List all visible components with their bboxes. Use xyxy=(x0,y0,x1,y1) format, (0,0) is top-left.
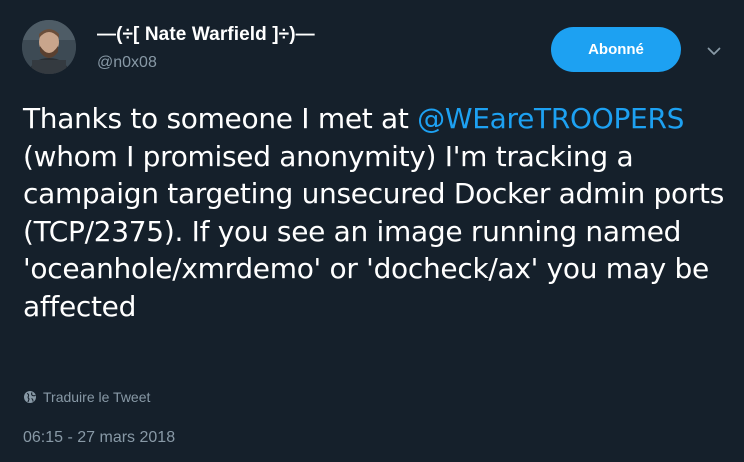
mention-link[interactable]: @WEareTROOPERS xyxy=(417,102,684,135)
follow-button[interactable]: Abonné xyxy=(551,27,681,72)
author-handle[interactable]: @n0x08 xyxy=(97,54,157,72)
avatar-image xyxy=(22,20,76,74)
avatar[interactable] xyxy=(22,20,76,74)
tweet-timestamp[interactable]: 06:15 - 27 mars 2018 xyxy=(23,429,175,447)
tweet-text: Thanks to someone I met at @WEareTROOPER… xyxy=(23,100,738,325)
translate-tweet-link[interactable]: Traduire le Tweet xyxy=(23,389,150,405)
translate-label: Traduire le Tweet xyxy=(43,389,151,405)
tweet-card: —(÷[ Nate Warfield ]÷)— @n0x08 Abonné Th… xyxy=(0,0,744,462)
author-display-name[interactable]: —(÷[ Nate Warfield ]÷)— xyxy=(97,24,315,46)
tweet-text-part: (whom I promised anonymity) I'm tracking… xyxy=(23,139,724,323)
tweet-text-part: Thanks to someone I met at xyxy=(23,102,418,135)
globe-icon xyxy=(24,391,36,403)
chevron-down-icon[interactable] xyxy=(703,40,725,62)
